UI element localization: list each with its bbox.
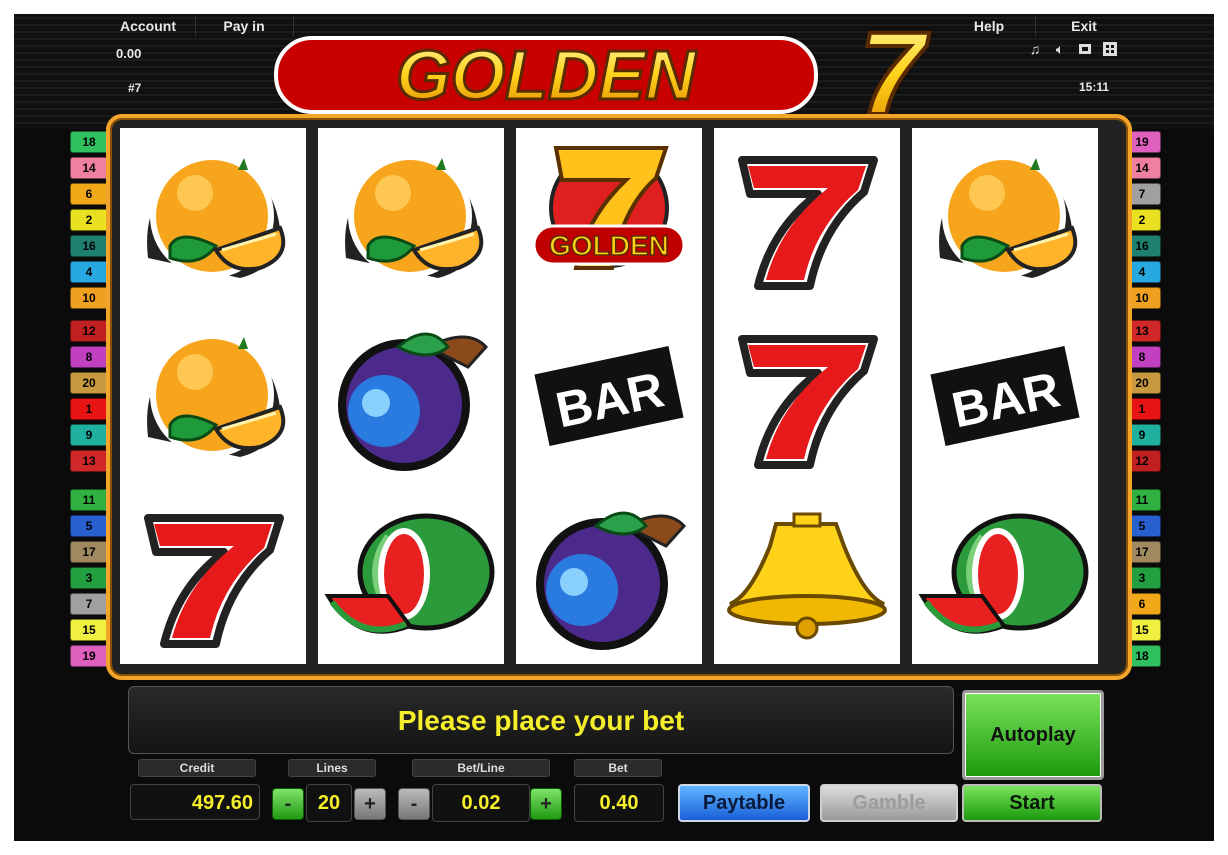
- autoplay-button[interactable]: Autoplay: [962, 690, 1104, 780]
- payline-badge[interactable]: 11: [70, 489, 108, 511]
- payline-badge[interactable]: 18: [70, 131, 108, 153]
- orange-symbol-icon: [912, 128, 1098, 306]
- payline-badge[interactable]: 15: [70, 619, 108, 641]
- paytable-button[interactable]: Paytable: [678, 784, 810, 822]
- bet-line-plus-button[interactable]: +: [530, 788, 562, 820]
- bet-label: Bet: [574, 759, 662, 777]
- lines-minus-button[interactable]: -: [272, 788, 304, 820]
- account-button[interactable]: Account: [102, 16, 194, 36]
- music-icon[interactable]: ♫: [1027, 41, 1043, 57]
- session-id: #7: [128, 81, 142, 95]
- bet-line-label: Bet/Line: [412, 759, 550, 777]
- account-value: 0.00: [116, 46, 142, 61]
- reel-5: BAR: [912, 128, 1098, 664]
- reel-1: [120, 128, 306, 664]
- fullscreen-icon[interactable]: [1077, 41, 1093, 57]
- clock-time: 15:11: [1079, 80, 1110, 94]
- seven-symbol-icon: [120, 486, 306, 664]
- payline-badge[interactable]: 9: [70, 424, 108, 446]
- golden-7-logo: GOLDEN 7: [274, 16, 932, 121]
- watermelon-symbol-icon: [912, 486, 1098, 664]
- lines-plus-button[interactable]: +: [354, 788, 386, 820]
- bet-line-value: 0.02: [432, 784, 530, 822]
- payline-badge[interactable]: 6: [70, 183, 108, 205]
- payline-badge[interactable]: 5: [70, 515, 108, 537]
- seven-symbol-icon: [714, 307, 900, 485]
- start-button[interactable]: Start: [962, 784, 1102, 822]
- bar-symbol-icon: BAR: [516, 307, 702, 485]
- payline-badge[interactable]: 3: [70, 567, 108, 589]
- payline-badge[interactable]: 2: [70, 209, 108, 231]
- payline-badge[interactable]: 7: [70, 593, 108, 615]
- payline-badge[interactable]: 10: [70, 287, 108, 309]
- payline-badge[interactable]: 12: [70, 320, 108, 342]
- plum-symbol-icon: [318, 307, 504, 485]
- logo-seven: 7: [859, 16, 930, 121]
- bar-symbol-icon: BAR: [912, 307, 1098, 485]
- payline-badge[interactable]: 13: [70, 450, 108, 472]
- bet-line-minus-button[interactable]: -: [398, 788, 430, 820]
- game-window: Account Pay in Help Exit 0.00 #7 15:11 ♫…: [14, 14, 1214, 841]
- reel-area: GOLDEN BAR BAR: [106, 114, 1132, 680]
- payline-badge[interactable]: 20: [70, 372, 108, 394]
- orange-symbol-icon: [120, 307, 306, 485]
- logo-text: GOLDEN: [396, 36, 697, 114]
- exit-button[interactable]: Exit: [1036, 16, 1132, 36]
- reel-4: [714, 128, 900, 664]
- payline-badge[interactable]: 8: [70, 346, 108, 368]
- reel-3: GOLDEN BAR: [516, 128, 702, 664]
- message-panel: Please place your bet: [128, 686, 954, 754]
- sound-icon[interactable]: 🔈︎: [1052, 41, 1068, 57]
- svg-text:GOLDEN: GOLDEN: [549, 230, 669, 261]
- bell-symbol-icon: [714, 486, 900, 664]
- lines-value: 20: [306, 784, 352, 822]
- lines-label: Lines: [288, 759, 376, 777]
- credit-value: 497.60: [130, 784, 260, 820]
- seven-symbol-icon: [714, 128, 900, 306]
- bet-value: 0.40: [574, 784, 664, 822]
- message-text: Please place your bet: [397, 705, 685, 736]
- watermelon-symbol-icon: [318, 486, 504, 664]
- reel-2: [318, 128, 504, 664]
- golden7-symbol-icon: GOLDEN: [516, 128, 702, 306]
- payline-badge[interactable]: 19: [70, 645, 108, 667]
- payline-badge[interactable]: 16: [70, 235, 108, 257]
- payline-badge[interactable]: 4: [70, 261, 108, 283]
- orange-symbol-icon: [318, 128, 504, 306]
- payline-badge[interactable]: 14: [70, 157, 108, 179]
- orange-symbol-icon: [120, 128, 306, 306]
- plum-symbol-icon: [516, 486, 702, 664]
- payline-badge[interactable]: 17: [70, 541, 108, 563]
- payline-badge[interactable]: 1: [70, 398, 108, 420]
- settings-icon[interactable]: [1102, 41, 1118, 57]
- credit-label: Credit: [138, 759, 256, 777]
- gamble-button[interactable]: Gamble: [820, 784, 958, 822]
